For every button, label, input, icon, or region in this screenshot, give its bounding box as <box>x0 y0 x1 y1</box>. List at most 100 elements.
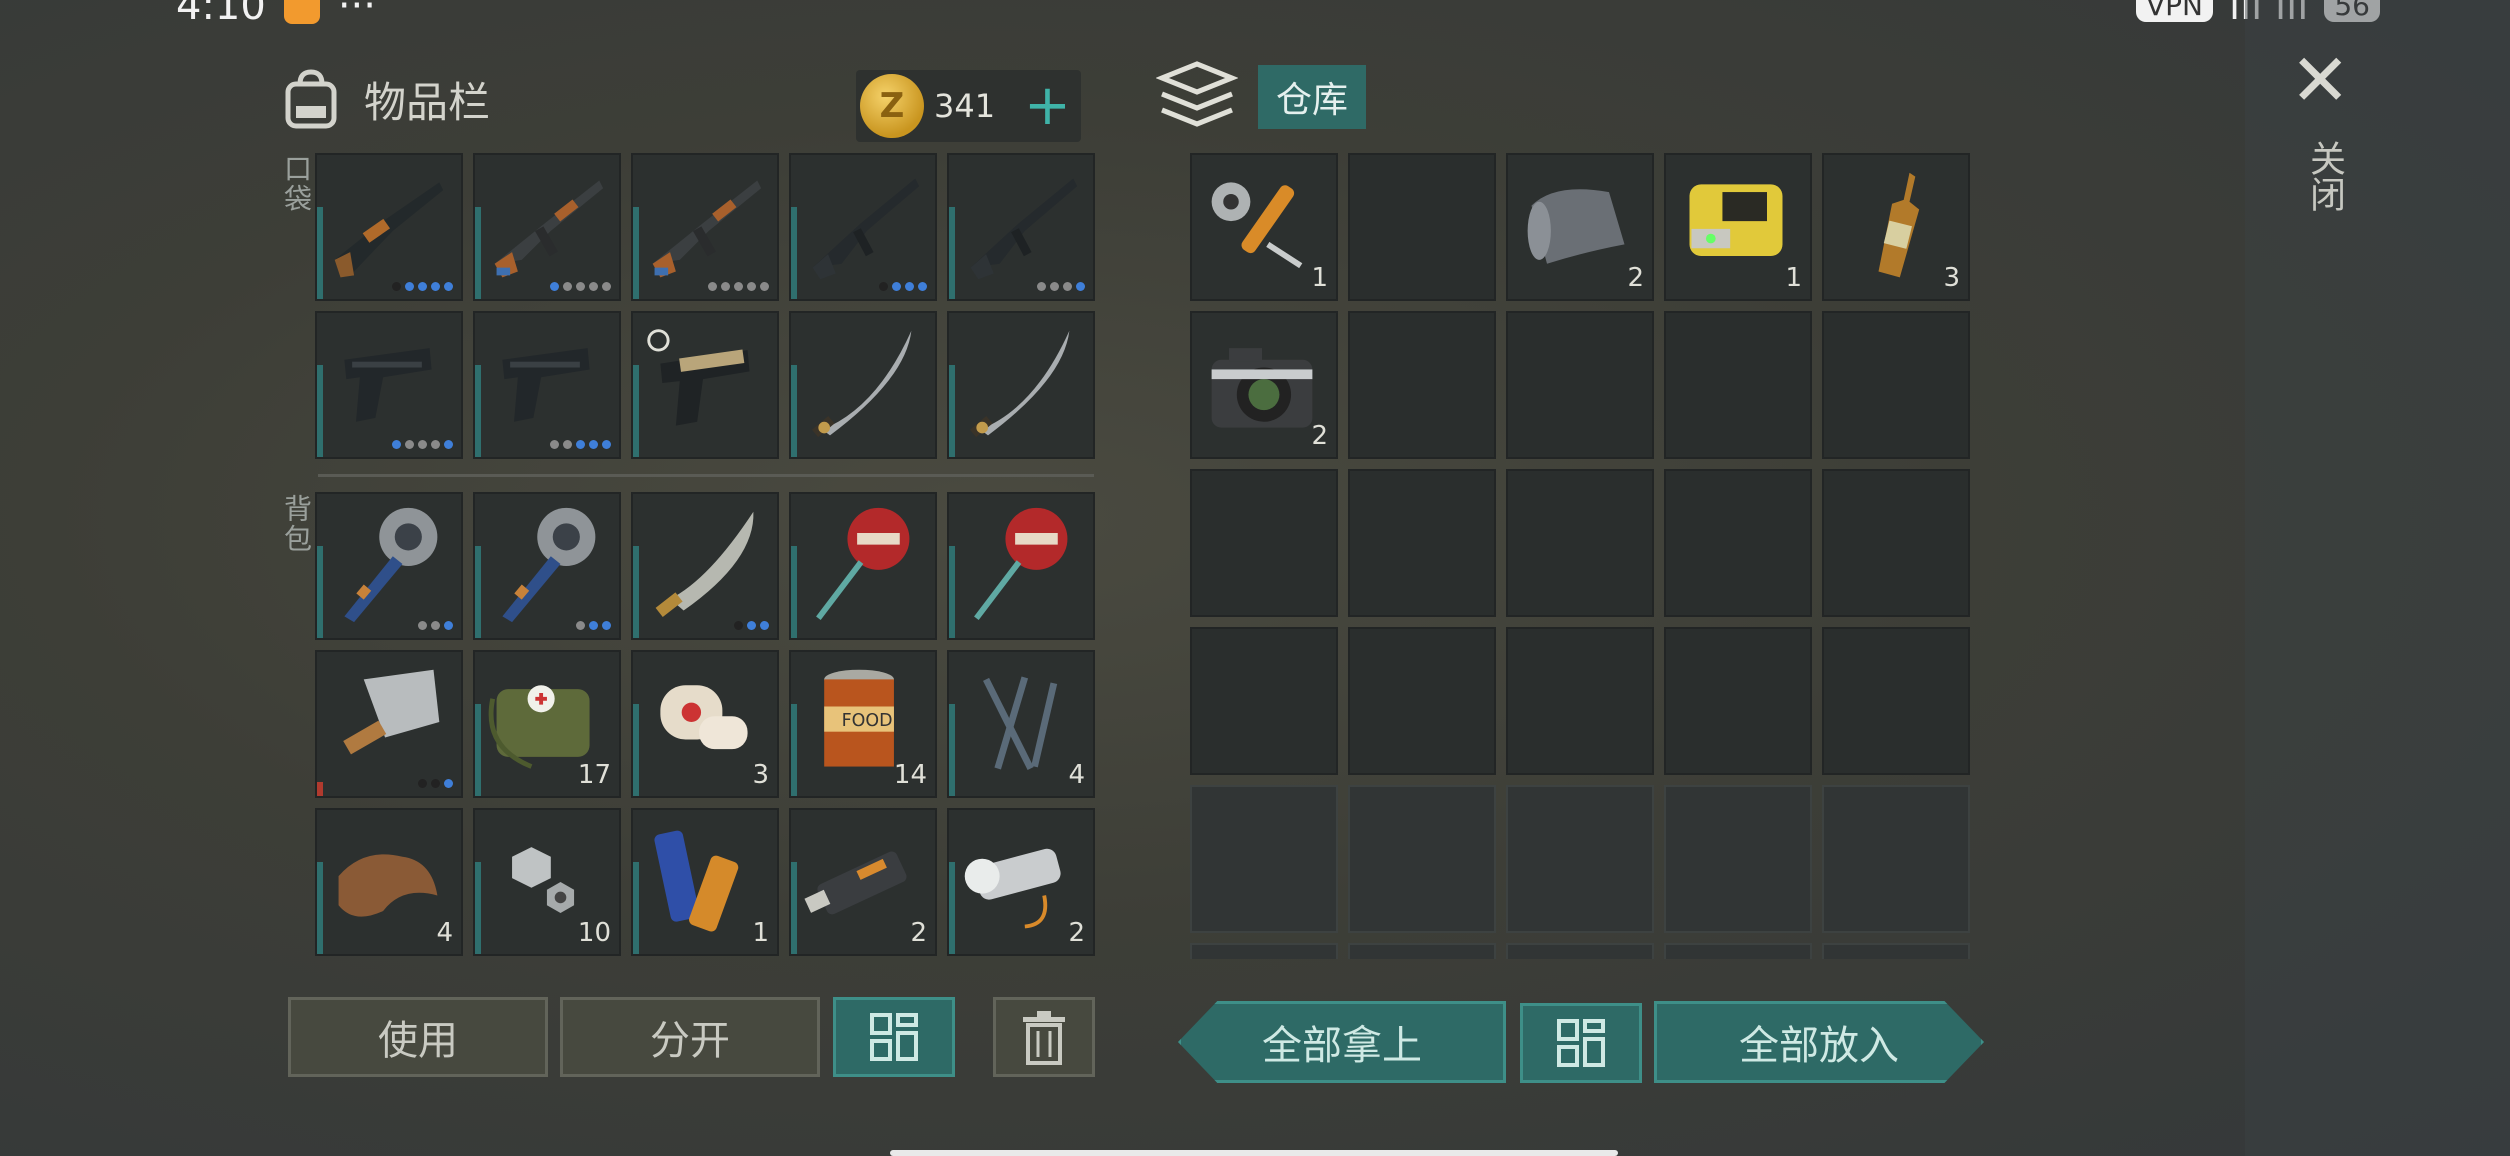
storage-slot[interactable]: 1 <box>1190 153 1338 301</box>
storage-slot[interactable] <box>1348 311 1496 459</box>
backpack-slot[interactable] <box>947 492 1095 640</box>
pocket-slot[interactable] <box>947 153 1095 301</box>
pocket-grid <box>315 153 1095 459</box>
rarity-dot <box>760 282 769 291</box>
backpack-slot[interactable]: 2 <box>789 808 937 956</box>
durability-bar <box>317 782 323 796</box>
rarity-dots <box>550 440 611 449</box>
storage-slot[interactable] <box>1822 311 1970 459</box>
locked-storage-slot <box>1190 943 1338 959</box>
rarity-dot <box>418 440 427 449</box>
take-all-button[interactable]: 全部拿上 <box>1178 1001 1506 1083</box>
rarity-dot <box>747 621 756 630</box>
locked-storage-slot <box>1506 943 1654 959</box>
item-count: 2 <box>910 918 927 948</box>
delete-button[interactable] <box>993 997 1095 1077</box>
notification-icon <box>283 0 320 24</box>
backpack-slot[interactable]: 2 <box>947 808 1095 956</box>
storage-slot[interactable] <box>1664 627 1812 775</box>
pocket-slot[interactable] <box>473 153 621 301</box>
split-button[interactable]: 分开 <box>560 997 820 1077</box>
storage-slot[interactable] <box>1664 469 1812 617</box>
storage-slot[interactable] <box>1822 469 1970 617</box>
rarity-dot <box>1050 282 1059 291</box>
storage-slot[interactable]: 2 <box>1506 153 1654 301</box>
backpack-label: 背包 <box>280 494 313 554</box>
pocket-slot[interactable] <box>631 153 779 301</box>
m16-rifle-icon <box>812 178 920 280</box>
backpack-icon <box>285 69 337 129</box>
batteries-icon <box>654 830 739 932</box>
saw-mace-icon <box>344 507 438 623</box>
use-button[interactable]: 使用 <box>288 997 548 1077</box>
rarity-dot <box>444 440 453 449</box>
coin-balance: Z 341 + <box>856 70 1081 142</box>
backpack-slot[interactable]: 3 <box>631 650 779 798</box>
durability-bar <box>317 546 323 638</box>
backpack-slot[interactable]: 17 <box>473 650 621 798</box>
backpack-slot[interactable]: 1 <box>631 808 779 956</box>
durability-bar <box>317 207 323 299</box>
rarity-dot <box>431 282 440 291</box>
inventory-title: 物品栏 <box>364 77 491 127</box>
m16-rifle-icon <box>970 178 1078 280</box>
pistol-icon <box>502 348 590 422</box>
storage-slot[interactable] <box>1506 469 1654 617</box>
item-count: 1 <box>1311 263 1328 293</box>
rarity-dot <box>879 282 888 291</box>
item-count: 1 <box>752 918 769 948</box>
rarity-dot <box>550 440 559 449</box>
rarity-dot <box>1076 282 1085 291</box>
pocket-slot[interactable] <box>315 153 463 301</box>
pocket-slot[interactable] <box>947 311 1095 459</box>
add-coins-button[interactable]: + <box>1024 78 1071 134</box>
sort-storage-button[interactable] <box>1520 1003 1642 1083</box>
pocket-slot[interactable] <box>789 153 937 301</box>
durability-bar <box>949 704 955 796</box>
backpack-slot[interactable]: 4 <box>947 650 1095 798</box>
rarity-dot <box>721 282 730 291</box>
rarity-dot <box>602 440 611 449</box>
sort-inventory-button[interactable] <box>833 997 955 1077</box>
close-label[interactable]: 关闭 <box>2298 140 2350 212</box>
backpack-slot[interactable]: FOOD 14 <box>789 650 937 798</box>
item-count: 17 <box>577 760 611 790</box>
locked-storage-slot <box>1348 785 1496 933</box>
backpack-slot[interactable]: 10 <box>473 808 621 956</box>
rarity-dot <box>589 282 598 291</box>
rarity-dot <box>760 621 769 630</box>
storage-slot[interactable] <box>1348 153 1496 301</box>
rarity-dots <box>708 282 769 291</box>
pocket-slot[interactable] <box>315 311 463 459</box>
pocket-slot[interactable] <box>631 311 779 459</box>
storage-slot[interactable] <box>1822 627 1970 775</box>
pocket-slot[interactable] <box>473 311 621 459</box>
storage-slot[interactable]: 2 <box>1190 311 1338 459</box>
rarity-dot <box>734 282 743 291</box>
item-count: 2 <box>1311 421 1328 451</box>
close-icon[interactable]: ✕ <box>2290 44 2350 116</box>
katana-icon <box>811 330 912 438</box>
home-indicator <box>890 1150 1618 1156</box>
backpack-slot[interactable] <box>315 492 463 640</box>
backpack-slot[interactable] <box>631 492 779 640</box>
storage-slot[interactable] <box>1506 627 1654 775</box>
storage-slot[interactable] <box>1664 311 1812 459</box>
rarity-dot <box>589 440 598 449</box>
item-count: 3 <box>752 760 769 790</box>
pocket-slot[interactable] <box>789 311 937 459</box>
storage-slot[interactable]: 3 <box>1822 153 1970 301</box>
backpack-slot[interactable] <box>789 492 937 640</box>
put-all-button[interactable]: 全部放入 <box>1654 1001 1984 1083</box>
storage-slot[interactable] <box>1348 469 1496 617</box>
storage-slot[interactable] <box>1190 627 1338 775</box>
durability-bar <box>475 546 481 638</box>
storage-slot[interactable] <box>1348 627 1496 775</box>
storage-slot[interactable] <box>1506 311 1654 459</box>
backpack-slot[interactable] <box>473 492 621 640</box>
coin-icon: Z <box>860 74 924 138</box>
storage-slot[interactable]: 1 <box>1664 153 1812 301</box>
backpack-slot[interactable] <box>315 650 463 798</box>
backpack-slot[interactable]: 4 <box>315 808 463 956</box>
storage-slot[interactable] <box>1190 469 1338 617</box>
